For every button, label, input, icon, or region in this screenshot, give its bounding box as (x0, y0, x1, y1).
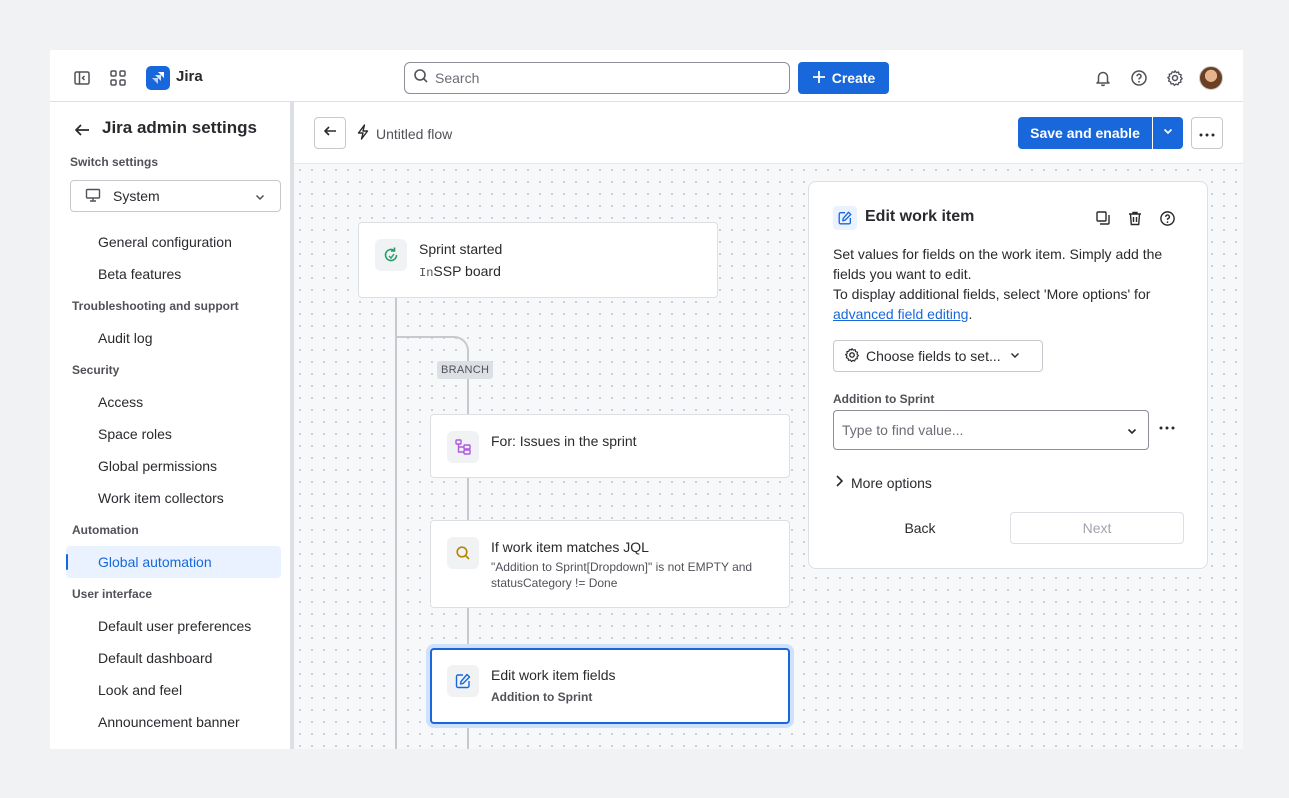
monitor-icon (85, 187, 101, 206)
sidebar-group-troubleshooting: Troubleshooting and support (72, 299, 239, 313)
sidebar-item-announcement-banner[interactable]: Announcement banner (98, 714, 240, 730)
edit-node-title: Edit work item fields (491, 667, 616, 683)
jira-app: Jira Create Jira admin settings (50, 50, 1243, 749)
panel-desc-line2-text: To display additional fields, select 'Mo… (833, 286, 1151, 302)
flow-name[interactable]: Untitled flow (356, 124, 452, 143)
switch-settings-value: System (113, 188, 160, 204)
jira-logo-icon[interactable] (146, 66, 170, 90)
duplicate-icon[interactable] (1093, 208, 1113, 228)
panel-desc-line1: Set values for fields on the work item. … (833, 246, 1163, 282)
sidebar-group-automation: Automation (72, 523, 139, 537)
sidebar-group-security: Security (72, 363, 120, 377)
more-options-label: More options (851, 474, 932, 491)
sidebar-item-look-and-feel[interactable]: Look and feel (98, 682, 182, 698)
field-label: Addition to Sprint (833, 392, 935, 406)
branch-label: BRANCH (437, 361, 494, 379)
trigger-board: SSP board (433, 263, 501, 279)
edit-node-subtitle: Addition to Sprint (491, 690, 593, 704)
save-options-button[interactable] (1153, 117, 1183, 149)
sidebar-item-general-configuration[interactable]: General configuration (98, 234, 232, 250)
sidebar-active-indicator (66, 554, 68, 570)
edit-icon (447, 665, 479, 697)
sidebar-item-audit-log[interactable]: Audit log (98, 330, 152, 346)
flow-back-button[interactable] (314, 117, 346, 149)
panel-description: Set values for fields on the work item. … (833, 244, 1189, 324)
sidebar-item-default-dashboard[interactable]: Default dashboard (98, 650, 212, 666)
search-icon (447, 537, 479, 569)
branch-for-title: For: Issues in the sprint (491, 433, 637, 449)
sidebar-item-global-automation[interactable]: Global automation (98, 554, 212, 570)
advanced-field-editing-link[interactable]: advanced field editing (833, 306, 968, 322)
field-more-icon[interactable] (1157, 418, 1177, 438)
addition-to-sprint-select[interactable]: Type to find value... (833, 410, 1149, 450)
edit-work-item-panel: Edit work item Set values for fields on … (808, 181, 1208, 569)
bell-icon[interactable] (1091, 66, 1115, 90)
arrow-left-icon (322, 123, 338, 144)
switch-settings-select[interactable]: System (70, 180, 281, 212)
sidebar-item-default-user-preferences[interactable]: Default user preferences (98, 618, 251, 634)
trash-icon[interactable] (1125, 208, 1145, 228)
choose-fields-button[interactable]: Choose fields to set... (833, 340, 1043, 372)
jql-condition-node[interactable]: If work item matches JQL "Addition to Sp… (430, 520, 790, 608)
sidebar-toggle-icon[interactable] (70, 66, 94, 90)
trigger-title: Sprint started (419, 241, 503, 257)
sidebar-item-beta-features[interactable]: Beta features (98, 266, 181, 282)
trigger-icon (375, 239, 407, 271)
save-and-enable-button[interactable]: Save and enable (1018, 117, 1152, 149)
top-navigation: Jira Create (50, 50, 1243, 102)
sidebar-item-work-item-collectors[interactable]: Work item collectors (98, 490, 224, 506)
help-icon[interactable] (1157, 208, 1177, 228)
search-icon (413, 68, 429, 89)
automation-editor: Untitled flow Save and enable Sprint sta… (294, 102, 1243, 749)
chevron-down-icon (1009, 348, 1021, 364)
flow-toolbar: Untitled flow Save and enable (294, 102, 1243, 164)
sidebar-title: Jira admin settings (102, 118, 257, 137)
gear-icon[interactable] (1163, 66, 1187, 90)
search-field[interactable] (404, 62, 790, 94)
back-button[interactable]: Back (833, 512, 1007, 544)
jql-condition-title: If work item matches JQL (491, 539, 649, 555)
edit-work-item-node[interactable]: Edit work item fields Addition to Sprint (430, 648, 790, 724)
chevron-down-icon (1126, 424, 1138, 440)
admin-sidebar: Jira admin settings Switch settings Syst… (50, 102, 290, 749)
help-icon[interactable] (1127, 66, 1151, 90)
branch-for-node[interactable]: For: Issues in the sprint (430, 414, 790, 478)
field-placeholder: Type to find value... (842, 422, 964, 438)
jql-condition-desc: "Addition to Sprint[Dropdown]" is not EM… (491, 560, 753, 590)
sidebar-group-user-interface: User interface (72, 587, 153, 601)
panel-desc-line2: To display additional fields, select 'Mo… (833, 284, 1189, 324)
create-label: Create (831, 70, 876, 86)
back-arrow-icon[interactable] (72, 120, 92, 140)
app-switcher-icon[interactable] (106, 66, 130, 90)
panel-title: Edit work item (865, 208, 975, 225)
edit-icon (833, 206, 857, 230)
trigger-subtitle: InSSP board (419, 263, 501, 280)
chevron-down-icon (1162, 124, 1174, 142)
choose-fields-label: Choose fields to set... (866, 348, 1001, 364)
more-actions-button[interactable] (1191, 117, 1223, 149)
product-name[interactable]: Jira (176, 68, 203, 85)
sidebar-item-space-roles[interactable]: Space roles (98, 426, 172, 442)
sidebar-item-access[interactable]: Access (98, 394, 143, 410)
branch-icon (447, 431, 479, 463)
more-options-toggle[interactable]: More options (833, 474, 932, 491)
flow-canvas[interactable]: Sprint started InSSP board BRANCH For: I… (294, 164, 1243, 749)
trigger-prefix: In (419, 266, 434, 280)
more-horizontal-icon (1199, 124, 1215, 142)
lightning-icon (356, 124, 370, 143)
plus-icon (812, 70, 826, 87)
avatar[interactable] (1199, 66, 1223, 90)
chevron-down-icon (254, 190, 266, 206)
gear-icon (844, 347, 860, 366)
link-suffix: . (968, 306, 973, 322)
switch-settings-label: Switch settings (70, 155, 159, 169)
create-button[interactable]: Create (798, 62, 889, 94)
flow-name-label: Untitled flow (376, 125, 453, 142)
sidebar-item-global-permissions[interactable]: Global permissions (98, 458, 217, 474)
next-button[interactable]: Next (1010, 512, 1184, 544)
search-input[interactable] (435, 70, 765, 86)
chevron-right-icon (833, 474, 845, 491)
trigger-node[interactable]: Sprint started InSSP board (358, 222, 718, 298)
